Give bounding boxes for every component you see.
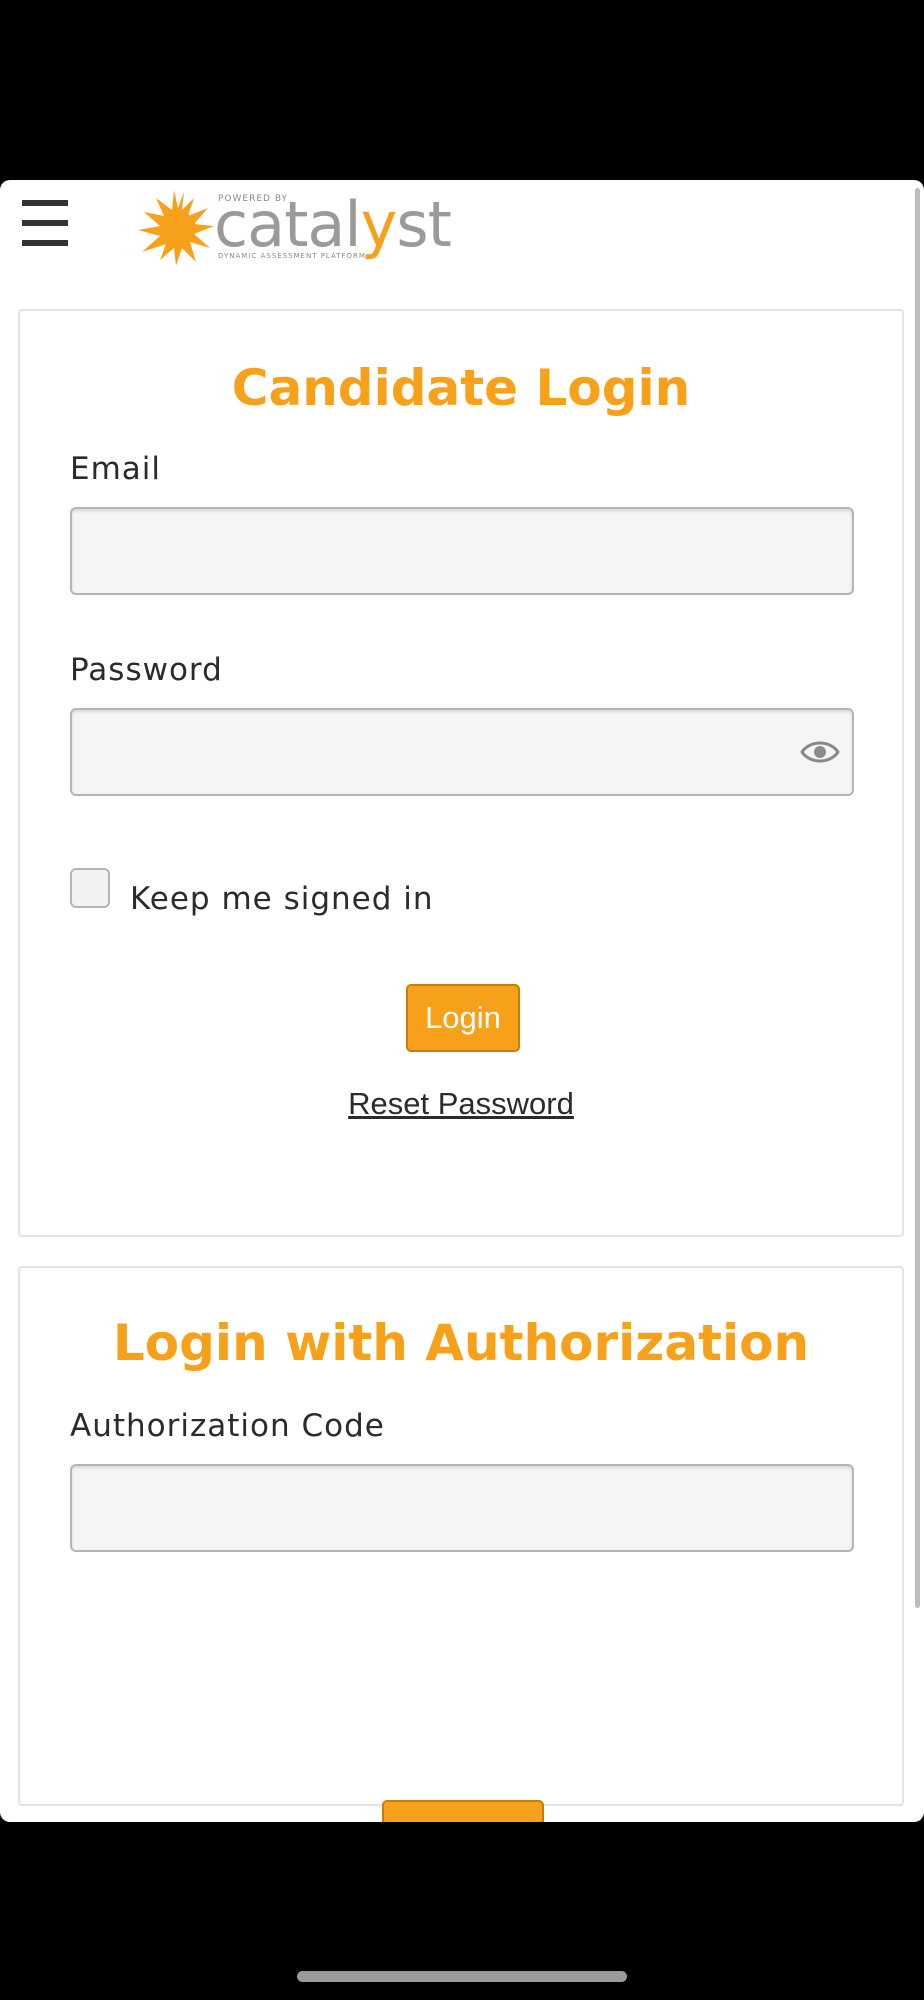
logo-wordmark: catalyst — [214, 194, 452, 256]
menu-icon[interactable] — [22, 200, 68, 248]
eye-icon[interactable] — [800, 739, 840, 765]
login-button[interactable]: Login — [406, 984, 520, 1052]
logo-word-accent: y — [360, 188, 398, 261]
candidate-login-card: Candidate Login Email Password Keep me s… — [18, 309, 904, 1237]
password-field[interactable] — [70, 708, 854, 796]
page-scrollbar[interactable] — [915, 188, 920, 1608]
authorization-login-card: Login with Authorization Authorization C… — [18, 1266, 904, 1822]
catalyst-logo[interactable]: POWERED BY catalyst DYNAMIC ASSESSMENT P… — [136, 186, 456, 272]
authorization-code-label: Authorization Code — [70, 1408, 385, 1444]
home-indicator[interactable] — [297, 1971, 627, 1982]
authorization-code-field[interactable] — [70, 1464, 854, 1552]
email-field[interactable] — [70, 507, 854, 595]
logo-word-end: st — [396, 188, 452, 261]
keep-signed-in-checkbox[interactable] — [70, 868, 110, 908]
browser-page: POWERED BY catalyst DYNAMIC ASSESSMENT P… — [0, 180, 924, 1822]
logo-word-main: catal — [214, 188, 362, 261]
login-title: Candidate Login — [231, 359, 691, 417]
authorization-title: Login with Authorization — [112, 1314, 810, 1372]
top-bar: POWERED BY catalyst DYNAMIC ASSESSMENT P… — [0, 180, 910, 300]
email-label: Email — [70, 451, 162, 487]
phone-screen: POWERED BY catalyst DYNAMIC ASSESSMENT P… — [0, 0, 924, 2000]
catalyst-burst-logo — [138, 190, 214, 266]
continue-button[interactable]: Continue — [382, 1800, 544, 1822]
reset-password-link[interactable]: Reset Password — [20, 1086, 902, 1122]
password-label: Password — [70, 652, 223, 688]
logo-tagline: DYNAMIC ASSESSMENT PLATFORM — [218, 252, 366, 260]
keep-signed-in-label: Keep me signed in — [130, 881, 434, 917]
